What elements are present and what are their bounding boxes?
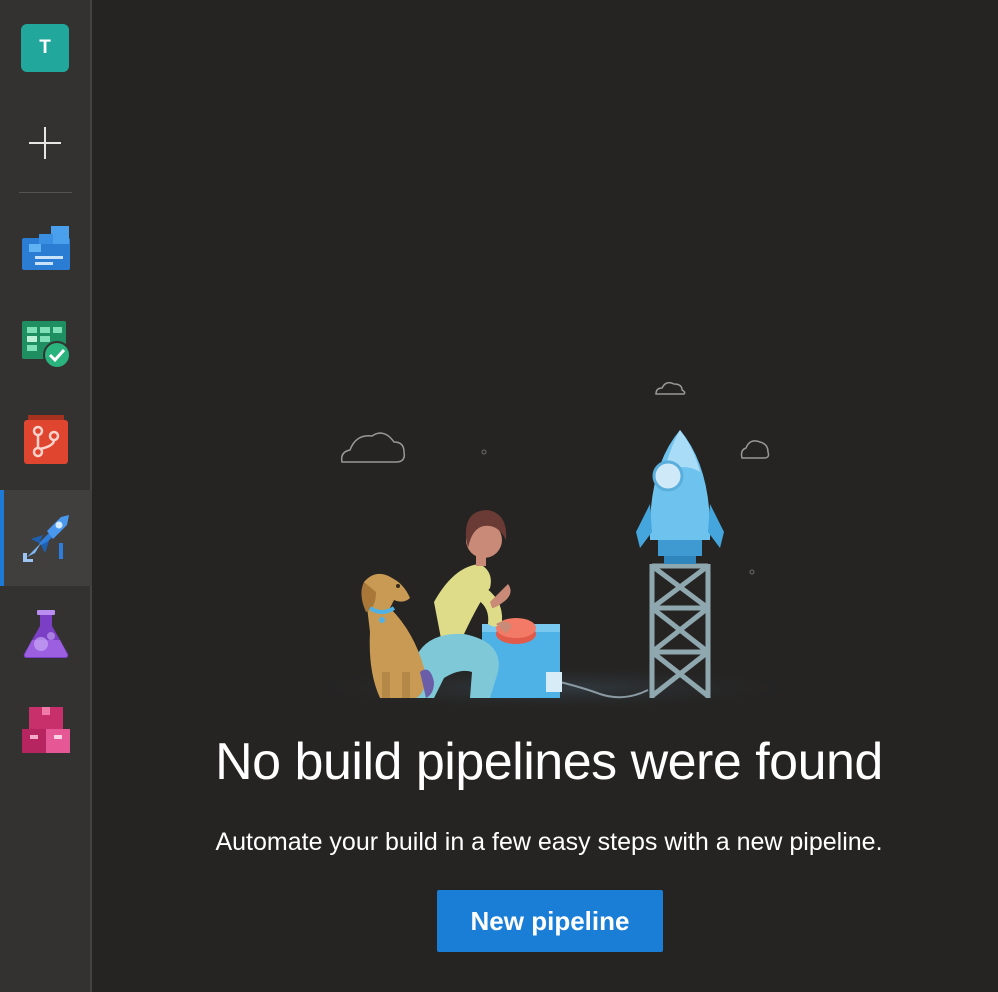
rocket-launch-illustration xyxy=(294,381,814,712)
org-initial: T xyxy=(39,37,51,58)
sidebar-divider xyxy=(19,192,72,193)
org-avatar[interactable]: T xyxy=(21,24,69,72)
sidebar-item-artifacts[interactable] xyxy=(0,682,92,778)
sidebar-item-repos[interactable] xyxy=(0,392,92,488)
empty-state-subheading: Automate your build in a few easy steps … xyxy=(215,828,883,856)
overview-icon xyxy=(22,226,70,270)
add-button[interactable] xyxy=(22,120,68,166)
sidebar-item-test-plans[interactable] xyxy=(0,586,92,682)
plus-icon xyxy=(29,127,61,159)
new-pipeline-button[interactable]: New pipeline xyxy=(437,890,663,952)
sidebar-item-boards[interactable] xyxy=(0,296,92,392)
sidebar-item-pipelines[interactable] xyxy=(0,490,92,586)
main-content: No build pipelines were found Automate y… xyxy=(94,0,998,992)
sidebar-item-overview[interactable] xyxy=(0,200,92,296)
empty-state-heading: No build pipelines were found xyxy=(215,733,883,791)
boards-icon xyxy=(22,321,71,369)
artifacts-icon xyxy=(22,707,70,753)
pipelines-icon xyxy=(23,515,69,562)
test-plans-icon xyxy=(23,610,69,658)
sidebar: T xyxy=(0,0,92,992)
repos-icon xyxy=(24,415,68,464)
